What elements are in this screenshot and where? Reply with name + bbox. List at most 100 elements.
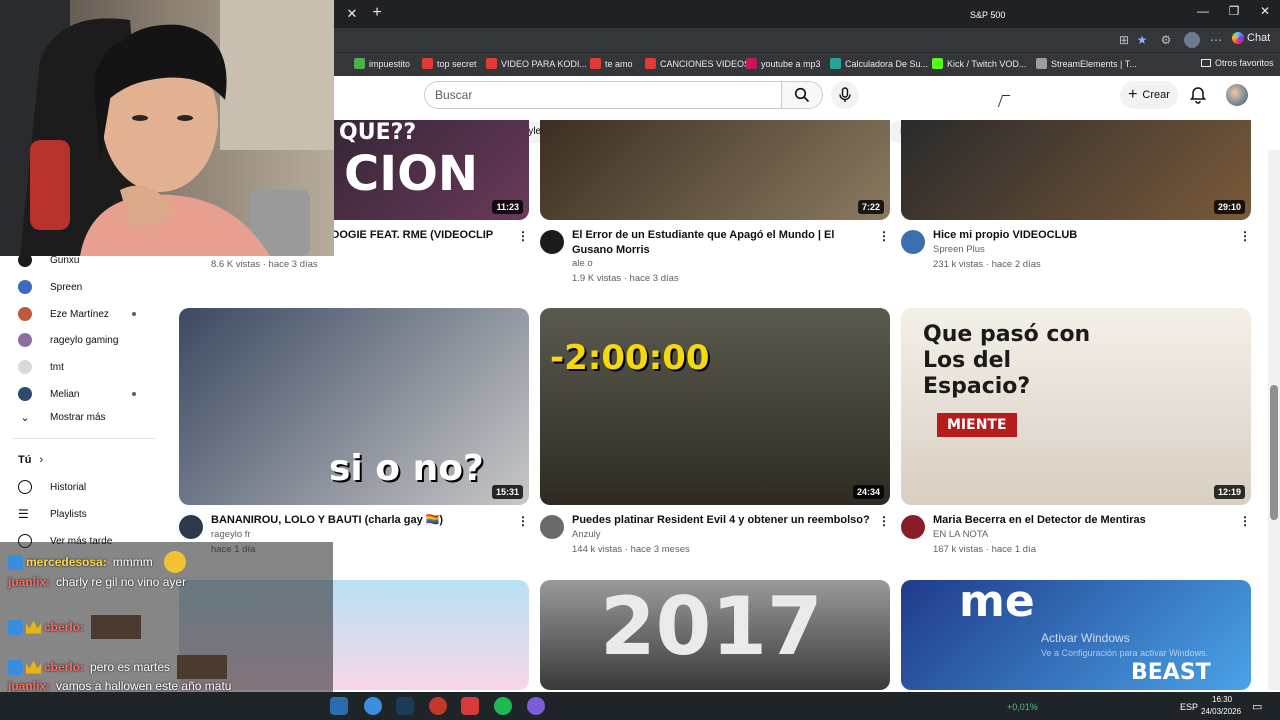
bookmark-item[interactable]: Kick / Twitch VOD... — [932, 58, 1026, 69]
stock-change[interactable]: +0,01% — [1007, 702, 1038, 712]
search-button[interactable] — [781, 81, 823, 109]
thumbnail-text: CION — [344, 146, 479, 202]
video-title[interactable]: Hice mi propio VIDEOCLUB — [933, 228, 1231, 243]
bookmark-favicon-icon — [746, 58, 757, 69]
more-actions-icon[interactable]: ⋮ — [1239, 228, 1251, 244]
clock-date[interactable]: 24/03/2026 — [1201, 707, 1241, 716]
chevron-right-icon: › — [39, 454, 44, 466]
video-thumbnail[interactable]: 29:10 — [901, 120, 1251, 220]
more-actions-icon[interactable]: ⋮ — [517, 513, 529, 529]
obs-icon[interactable] — [429, 697, 447, 715]
sidebar-item-subscription[interactable]: tmt — [18, 357, 64, 377]
steam-icon[interactable] — [396, 697, 414, 715]
sidebar-item-history[interactable]: Historial — [18, 477, 86, 497]
clock-time[interactable]: 16:30 — [1212, 695, 1232, 704]
tab-close-icon[interactable]: ✕ — [343, 5, 361, 23]
sidebar-item-subscription[interactable]: Eze Martínez — [18, 304, 109, 324]
video-thumbnail[interactable]: 2017 — [540, 580, 890, 690]
video-channel-name[interactable]: Spreen Plus — [933, 244, 985, 255]
chat-username: cberlo: — [44, 620, 85, 634]
channel-avatar[interactable] — [901, 515, 925, 539]
video-channel-name[interactable]: Anzuly — [572, 529, 601, 540]
discord-icon[interactable] — [527, 697, 545, 715]
video-duration: 24:34 — [852, 485, 884, 499]
channel-avatar[interactable] — [179, 515, 203, 539]
search-input[interactable]: Buscar — [424, 81, 781, 109]
notifications-bell-icon[interactable] — [1188, 85, 1208, 105]
video-thumbnail[interactable]: -2:00:00 24:34 — [540, 308, 890, 505]
video-thumbnail[interactable]: si o no? 15:31 — [179, 308, 529, 505]
channel-avatar[interactable] — [901, 230, 925, 254]
voicemeeter-icon[interactable] — [461, 697, 479, 715]
video-thumbnail[interactable]: Que pasó con Los del Espacio? MIENTE 12:19 — [901, 308, 1251, 505]
chat-message: juanlix: vamos a hallowen este año matu — [8, 679, 231, 693]
copilot-chat-button[interactable]: Chat — [1232, 32, 1270, 45]
bookmark-label: te amo — [605, 58, 633, 69]
windows-taskbar: S&P 500 +0,01% ESP 16:30 24/03/2026 ▭ — [0, 10, 1280, 720]
channel-name: Gunxu — [50, 254, 80, 266]
video-thumbnail[interactable]: 7:22 — [540, 120, 890, 220]
sidebar: ⌄ Mostrar más Tú › Historial ☰ Playlists… — [0, 253, 160, 548]
video-metadata: 8.6 K vistas · hace 3 días — [211, 259, 318, 270]
new-content-dot — [132, 312, 136, 316]
profile-icon[interactable] — [1184, 32, 1200, 48]
you-section-header[interactable]: Tú › — [18, 450, 43, 470]
chat-text: vamos a hallowen este año matu — [56, 679, 232, 693]
more-actions-icon[interactable]: ⋮ — [878, 228, 890, 244]
sidebar-item-subscription[interactable]: Melian — [18, 384, 79, 404]
show-more-button[interactable]: ⌄ Mostrar más — [18, 407, 105, 427]
voice-search-button[interactable] — [831, 81, 859, 109]
create-button[interactable]: + Crear — [1120, 81, 1178, 109]
channel-avatar — [18, 333, 32, 347]
bookmark-item[interactable]: StreamElements | T... — [1036, 58, 1137, 69]
video-title[interactable]: Maria Becerra en el Detector de Mentiras — [933, 513, 1231, 528]
minimize-icon[interactable]: — — [1188, 4, 1218, 18]
thumbnail-text: 2017 — [600, 580, 823, 673]
sidebar-item-playlists[interactable]: ☰ Playlists — [18, 504, 87, 524]
notification-center-icon[interactable]: ▭ — [1252, 700, 1262, 713]
scrollbar-thumb[interactable] — [1270, 385, 1278, 520]
sidebar-item-subscription[interactable]: Spreen — [18, 277, 82, 297]
extensions-icon[interactable]: ⚙ — [1158, 32, 1174, 48]
bookmark-favicon-icon — [354, 58, 365, 69]
install-app-icon[interactable]: ⊞ — [1116, 32, 1132, 48]
more-actions-icon[interactable]: ⋮ — [878, 513, 890, 529]
copilot-icon — [1232, 32, 1244, 45]
video-title[interactable]: Puedes platinar Resident Evil 4 y obtene… — [572, 513, 870, 528]
language-indicator[interactable]: ESP — [1180, 702, 1198, 712]
new-tab-icon[interactable]: + — [368, 4, 386, 22]
bookmark-item[interactable]: VIDEO PARA KODI... — [486, 58, 587, 69]
sidebar-item-subscription[interactable]: rageylo gaming — [18, 330, 118, 350]
bookmark-item[interactable]: Calculadora De Su... — [830, 58, 928, 69]
video-channel-name[interactable]: EN LA NOTA — [933, 529, 988, 540]
video-title[interactable]: El Error de un Estudiante que Apagó el M… — [572, 228, 870, 258]
video-channel-name[interactable]: ale o — [572, 258, 593, 269]
create-label: Crear — [1142, 89, 1170, 101]
emote-icon — [163, 551, 186, 573]
more-actions-icon[interactable]: ⋮ — [517, 228, 529, 244]
bookmark-star-icon[interactable]: ★ — [1134, 32, 1150, 48]
bookmark-item[interactable]: top secret — [422, 58, 477, 69]
channel-avatar[interactable] — [540, 515, 564, 539]
bookmark-item[interactable]: CANCIONES VIDEOS — [645, 58, 750, 69]
screen: ✕ + — ❐ ✕ ⊞ ★ ⚙ ⋯ Chat impuestito top sec… — [0, 0, 1280, 720]
maximize-icon[interactable]: ❐ — [1219, 4, 1249, 18]
thumbnail-subtext: BEAST — [1131, 660, 1211, 685]
browser-menu-icon[interactable]: ⋯ — [1208, 32, 1224, 48]
bookmark-label: youtube a mp3 — [761, 58, 821, 69]
other-favorites-folder[interactable]: Otros favoritos — [1201, 58, 1274, 68]
spotify-icon[interactable] — [494, 697, 512, 715]
bookmark-item[interactable]: youtube a mp3 — [746, 58, 821, 69]
edge-dev-icon[interactable] — [364, 697, 382, 715]
channel-avatar[interactable] — [540, 230, 564, 254]
video-title[interactable]: BANANIROU, LOLO Y BAUTI (charla gay 🏳️‍🌈… — [211, 513, 509, 528]
bookmark-item[interactable]: impuestito — [354, 58, 410, 69]
video-channel-name[interactable]: rageylo fr — [211, 529, 251, 540]
you-section-label: Tú — [18, 454, 32, 466]
edge-icon[interactable] — [330, 697, 348, 715]
window-close-icon[interactable]: ✕ — [1250, 4, 1280, 18]
account-avatar[interactable] — [1226, 84, 1248, 106]
bookmark-item[interactable]: te amo — [590, 58, 633, 69]
more-actions-icon[interactable]: ⋮ — [1239, 513, 1251, 529]
stock-name[interactable]: S&P 500 — [970, 10, 1005, 20]
